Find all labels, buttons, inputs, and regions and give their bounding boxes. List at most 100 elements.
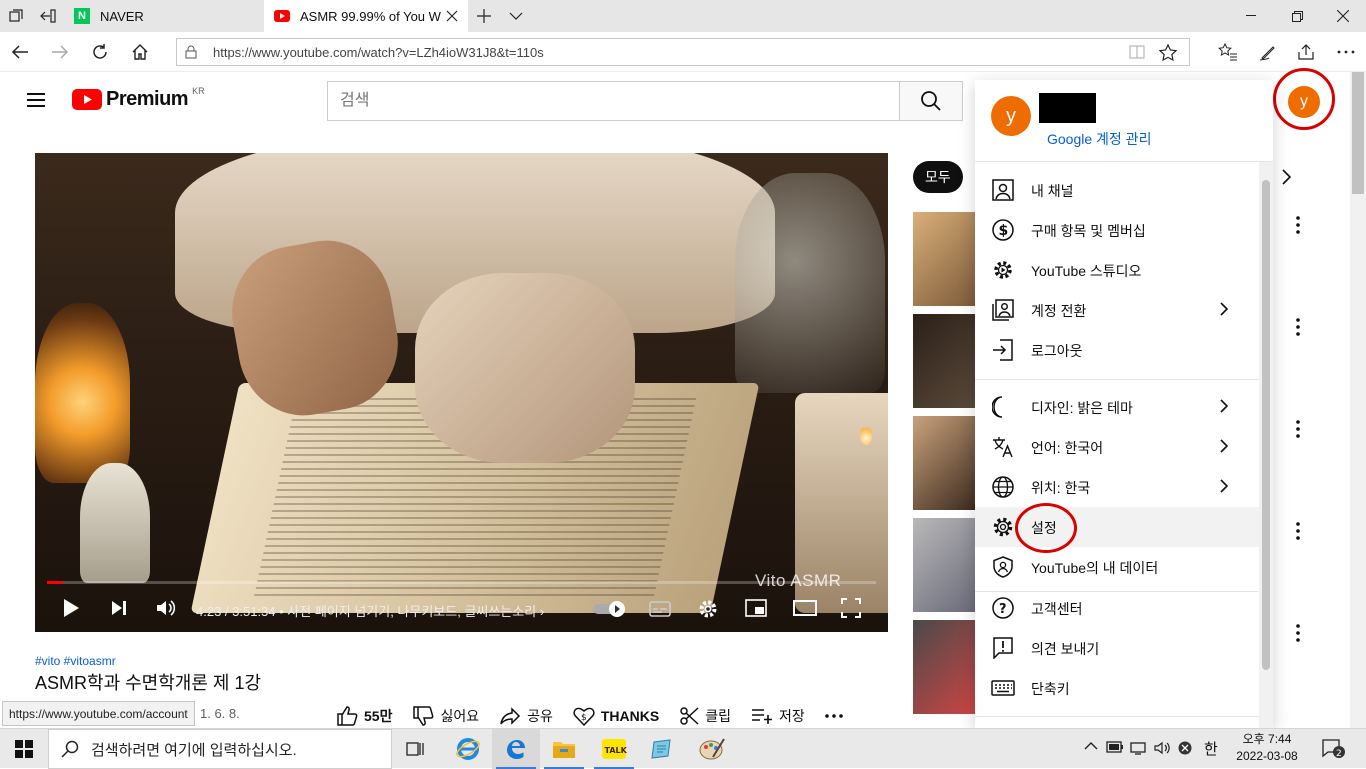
related-thumbnail[interactable] (913, 620, 975, 714)
keyboard-icon (991, 676, 1015, 700)
menu-scrollbar-thumb[interactable] (1262, 180, 1270, 670)
clip-button[interactable]: 클립 (679, 706, 731, 726)
chip-scroll-right-icon[interactable] (1281, 169, 1291, 185)
chip-all[interactable]: 모두 (913, 161, 963, 193)
menu-item-help[interactable]: ? 고객센터 (975, 588, 1259, 628)
paint-app-icon[interactable] (688, 729, 736, 769)
related-more-icon[interactable] (1296, 420, 1300, 438)
tab-naver[interactable]: N NAVER (64, 0, 264, 32)
page-scrollbar[interactable] (1350, 72, 1366, 728)
lock-icon[interactable] (185, 45, 197, 59)
internet-explorer-icon[interactable] (444, 729, 492, 769)
notes-app-icon[interactable] (638, 729, 686, 769)
save-button[interactable]: 저장 (751, 706, 805, 726)
taskbar-search-box[interactable]: 검색하려면 여기에 입력하십시오. (48, 729, 392, 769)
close-window-icon[interactable] (1320, 0, 1366, 32)
close-tab-icon[interactable] (444, 8, 460, 24)
time-display: 4:23 / 3:51:34 (196, 604, 276, 619)
menu-item-logout[interactable]: 로그아웃 (975, 330, 1259, 370)
video-hashtags[interactable]: #vito #vitoasmr (35, 654, 116, 668)
related-thumbnail[interactable] (913, 416, 975, 510)
menu-item-purchases[interactable]: $ 구매 항목 및 멤버십 (975, 210, 1259, 250)
notes-pen-icon[interactable] (1256, 40, 1280, 64)
related-more-icon[interactable] (1296, 216, 1300, 234)
tab-youtube[interactable]: ASMR 99.99% of You W (264, 0, 468, 32)
more-actions-button[interactable] (824, 714, 849, 718)
youtube-premium-logo[interactable]: Premium KR (72, 86, 205, 111)
favorite-star-icon[interactable] (1159, 44, 1177, 61)
miniplayer-icon[interactable] (745, 599, 767, 617)
start-button[interactable] (0, 729, 48, 769)
theater-mode-icon[interactable] (793, 600, 817, 616)
back-icon[interactable] (8, 40, 32, 64)
menu-item-theme[interactable]: 디자인: 밝은 테마 (975, 387, 1259, 427)
chapter-title[interactable]: • 사전 페이지 넘기기, 나무키보드, 글씨쓰는소리 (279, 604, 536, 619)
manage-google-account-link[interactable]: Google 계정 관리 (1047, 129, 1151, 149)
page-scrollbar-thumb[interactable] (1352, 72, 1364, 194)
dislike-button[interactable]: 싫어요 (412, 706, 479, 726)
volume-tray-icon[interactable] (1154, 741, 1172, 755)
new-tab-icon[interactable] (468, 0, 500, 32)
related-thumbnail[interactable] (913, 518, 975, 612)
next-video-icon[interactable] (109, 598, 129, 618)
moon-icon (991, 395, 1015, 419)
forward-icon[interactable] (48, 40, 72, 64)
restore-icon[interactable] (1274, 0, 1320, 32)
progress-bar[interactable] (47, 581, 876, 584)
search-button[interactable] (899, 81, 963, 121)
tab-actions-icon[interactable] (0, 0, 32, 32)
related-thumbnail[interactable] (913, 212, 975, 306)
task-view-icon[interactable] (392, 729, 440, 769)
browser-tab-bar: N NAVER ASMR 99.99% of You W (0, 0, 1366, 32)
like-button[interactable]: 55만 (336, 706, 392, 726)
play-icon[interactable] (61, 597, 81, 619)
home-icon[interactable] (128, 40, 152, 64)
menu-item-language[interactable]: 언어: 한국어 (975, 427, 1259, 467)
edge-icon[interactable] (492, 729, 540, 769)
fullscreen-icon[interactable] (841, 598, 861, 618)
autoplay-toggle[interactable] (593, 600, 629, 618)
kakaotalk-icon[interactable]: TALK (590, 729, 638, 769)
menu-item-feedback[interactable]: 의견 보내기 (975, 628, 1259, 668)
url-bar[interactable]: https://www.youtube.com/watch?v=LZh4ioW3… (176, 38, 1190, 66)
favorites-list-icon[interactable] (1216, 40, 1240, 64)
ime-indicator[interactable]: 한 (1204, 738, 1218, 759)
clock[interactable]: 오후 7:44 2022-03-08 (1232, 731, 1302, 765)
search-box[interactable] (327, 81, 899, 121)
menu-item-location[interactable]: 위치: 한국 (975, 467, 1259, 507)
subtitles-icon[interactable] (649, 601, 671, 617)
battery-icon[interactable] (1106, 741, 1124, 753)
account-menu: y Google 계정 관리 내 채널 $ 구매 항목 및 멤버십 YouTub… (975, 80, 1273, 728)
menu-item-your-data[interactable]: YouTube의 내 데이터 (975, 547, 1259, 587)
notification-center-icon[interactable]: 2 (1322, 739, 1346, 759)
search-input[interactable] (328, 82, 899, 120)
show-hidden-icons-chevron-icon[interactable] (1084, 741, 1098, 751)
guide-menu-icon[interactable] (24, 90, 48, 110)
related-thumbnail[interactable] (913, 314, 975, 408)
volume-icon[interactable] (155, 598, 177, 618)
menu-item-my-channel[interactable]: 내 채널 (975, 170, 1259, 210)
related-more-icon[interactable] (1296, 522, 1300, 540)
more-menu-icon[interactable] (1334, 40, 1358, 64)
chapter-chevron-icon[interactable]: › (540, 604, 544, 619)
share-button[interactable]: 공유 (499, 706, 553, 726)
network-icon[interactable] (1130, 741, 1146, 755)
menu-item-label: YouTube의 내 데이터 (1031, 560, 1159, 576)
thanks-button[interactable]: $ THANKS (573, 706, 659, 726)
related-more-icon[interactable] (1296, 318, 1300, 336)
minimize-icon[interactable] (1228, 0, 1274, 32)
set-aside-tabs-icon[interactable] (32, 0, 64, 32)
file-explorer-icon[interactable] (540, 729, 588, 769)
menu-scrollbar[interactable] (1259, 162, 1273, 728)
reading-view-icon[interactable] (1129, 45, 1145, 59)
refresh-icon[interactable] (88, 40, 112, 64)
related-more-icon[interactable] (1296, 624, 1300, 642)
menu-item-studio[interactable]: YouTube 스튜디오 (975, 250, 1259, 290)
video-player[interactable]: Vito ASMR 4:23 / 3:51:34 • 사전 페이지 넘기기, 나… (35, 153, 888, 632)
share-page-icon[interactable] (1294, 40, 1318, 64)
mute-indicator-icon[interactable] (1178, 741, 1192, 755)
menu-item-shortcuts[interactable]: 단축키 (975, 668, 1259, 708)
menu-item-switch-account[interactable]: 계정 전환 (975, 290, 1259, 330)
tab-list-chevron-icon[interactable] (500, 0, 532, 32)
settings-gear-icon[interactable] (697, 598, 719, 620)
